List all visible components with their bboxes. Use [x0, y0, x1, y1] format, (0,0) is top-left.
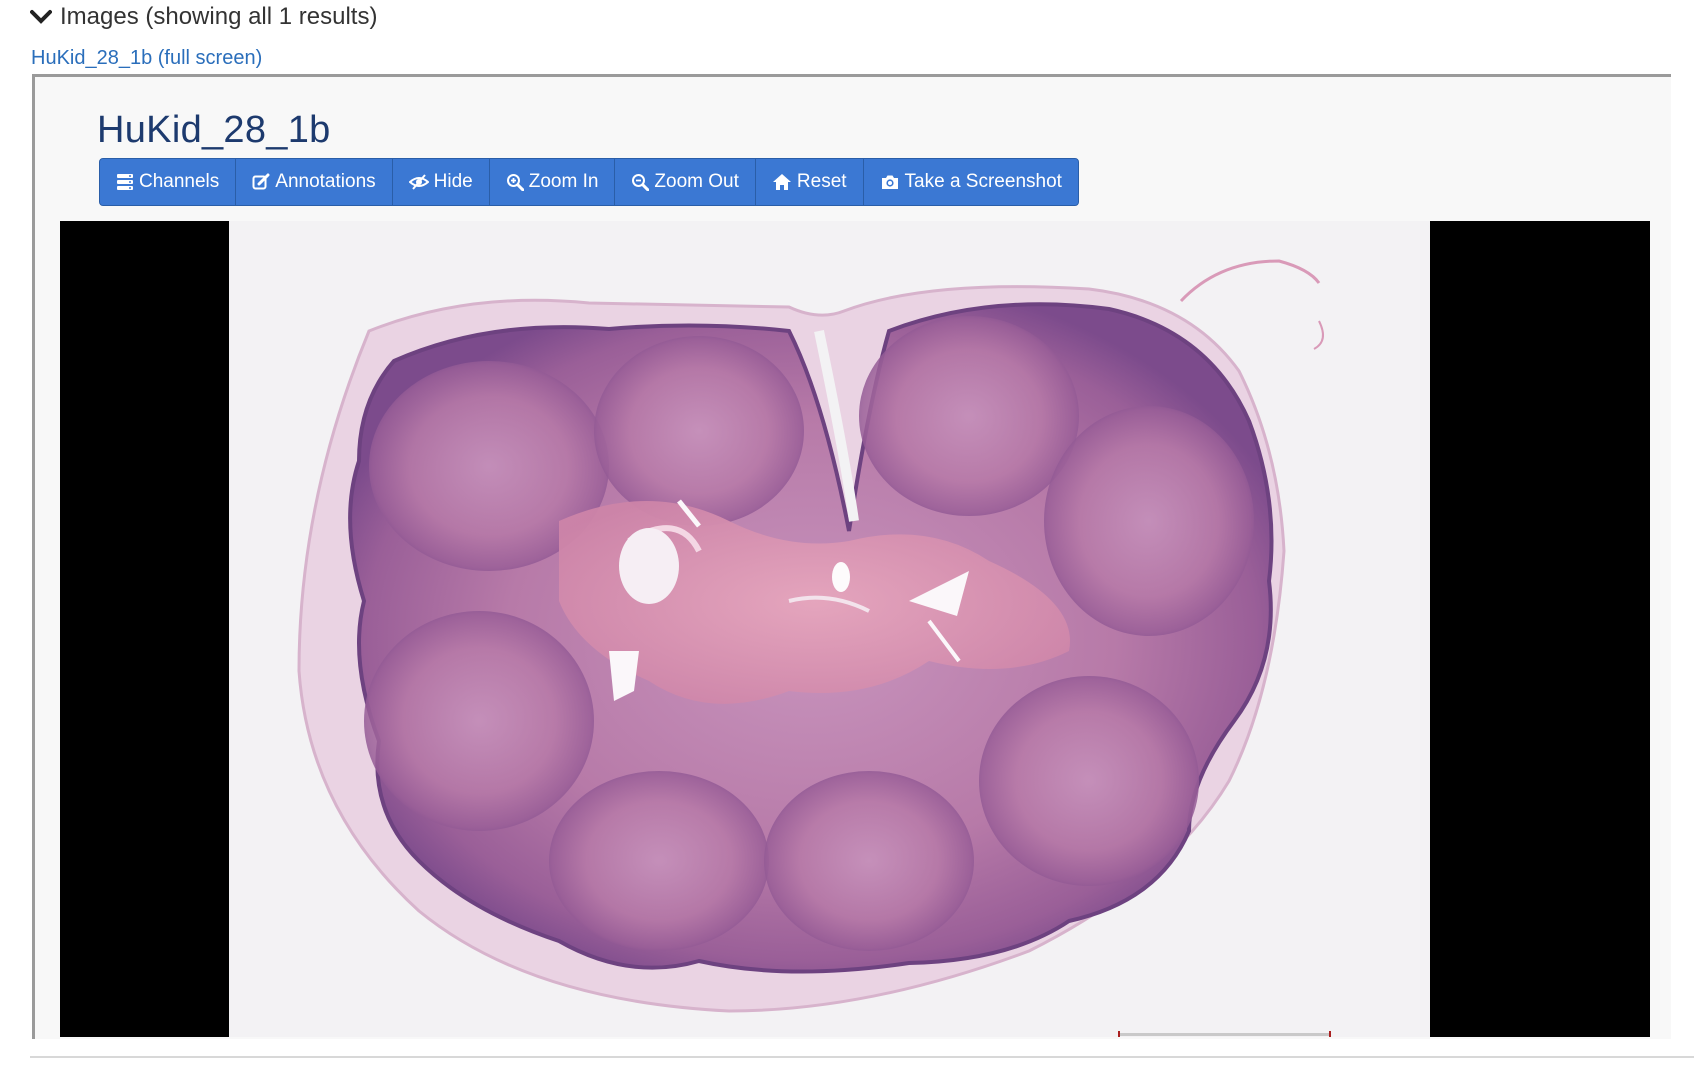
camera-icon — [880, 173, 900, 191]
hide-button[interactable]: Hide — [392, 159, 490, 205]
hide-icon — [408, 173, 429, 191]
images-section-title: Images (showing all 1 results) — [60, 3, 378, 30]
screenshot-label: Take a Screenshot — [904, 171, 1062, 192]
zoom-out-icon — [631, 173, 650, 191]
zoom-out-button[interactable]: Zoom Out — [615, 159, 756, 205]
zoom-out-label: Zoom Out — [654, 171, 739, 192]
chevron-down-icon — [30, 9, 52, 25]
section-divider — [30, 1056, 1694, 1058]
slide-viewer[interactable] — [60, 221, 1650, 1037]
reset-label: Reset — [796, 171, 847, 192]
zoom-in-icon — [506, 173, 524, 191]
channels-button[interactable]: Channels — [100, 159, 237, 205]
slide-image — [229, 221, 1430, 1037]
channels-label: Channels — [139, 171, 220, 192]
viewer-title: HuKid_28_1b — [97, 109, 331, 151]
kidney-section-image — [297, 259, 1331, 1037]
screenshot-button[interactable]: Take a Screenshot — [863, 159, 1078, 205]
viewer-toolbar: Channels Annotations Hide Zoom In Zoom O… — [99, 158, 1079, 206]
image-viewer-frame: HuKid_28_1b Channels Annotations Hide Zo… — [32, 74, 1671, 1039]
zoom-in-label: Zoom In — [528, 171, 599, 192]
full-screen-link[interactable]: HuKid_28_1b (full screen) — [31, 47, 262, 70]
channels-icon — [116, 173, 134, 191]
annotations-label: Annotations — [275, 171, 376, 192]
annotate-icon — [252, 173, 270, 191]
home-icon — [772, 173, 792, 191]
hide-label: Hide — [433, 171, 473, 192]
images-section-toggle[interactable]: Images (showing all 1 results) — [30, 1, 377, 33]
reset-button[interactable]: Reset — [755, 159, 864, 205]
annotations-button[interactable]: Annotations — [236, 159, 393, 205]
zoom-in-button[interactable]: Zoom In — [489, 159, 616, 205]
